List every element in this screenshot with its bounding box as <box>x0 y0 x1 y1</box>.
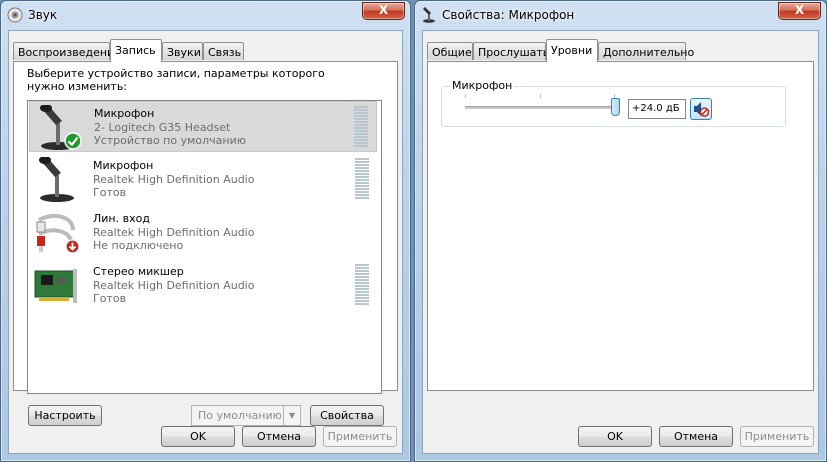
device-list[interactable]: Микрофон 2- Logitech G35 Headset Устройс… <box>27 100 382 394</box>
tab-recording[interactable]: Запись <box>110 39 162 62</box>
set-default-dropdown[interactable]: По умолчанию ▼ <box>191 405 301 426</box>
device-driver: Realtek High Definition Audio <box>93 279 255 292</box>
mic-properties-window: Свойства: Микрофон X Общие Прослушать Ур… <box>414 0 827 462</box>
device-row-line-in[interactable]: Лин. вход Realtek High Definition Audio … <box>29 207 377 258</box>
mute-toggle-button[interactable] <box>690 98 712 120</box>
device-name: Лин. вход <box>93 212 150 225</box>
close-button[interactable]: X <box>778 2 821 20</box>
level-meter <box>355 264 369 308</box>
device-status: Готов <box>93 186 127 199</box>
tab-levels[interactable]: Уровни <box>546 39 598 62</box>
device-driver: Realtek High Definition Audio <box>93 173 255 186</box>
slider-tick <box>465 94 466 98</box>
device-name: Микрофон <box>93 159 154 172</box>
device-row-stereo-mix[interactable]: Стерео микшер Realtek High Definition Au… <box>29 260 377 311</box>
sound-card-icon <box>33 263 81 309</box>
group-label: Микрофон <box>450 79 515 92</box>
levels-panel: Микрофон +24.0 дБ <box>427 61 814 391</box>
sound-window-titlebar[interactable]: Звук X <box>1 1 410 29</box>
ok-button[interactable]: OK <box>161 426 235 447</box>
default-checkmark-icon <box>64 132 82 150</box>
properties-window-titlebar[interactable]: Свойства: Микрофон X <box>415 1 826 29</box>
tab-listen[interactable]: Прослушать <box>473 42 549 60</box>
apply-button[interactable]: Применить <box>740 426 814 447</box>
speaker-icon <box>7 7 23 23</box>
device-row-headset-mic[interactable]: Микрофон 2- Logitech G35 Headset Устройс… <box>29 101 377 152</box>
device-driver: 2- Logitech G35 Headset <box>94 121 231 134</box>
apply-button[interactable]: Применить <box>323 426 397 447</box>
device-name: Стерео микшер <box>93 265 184 278</box>
sound-window: Звук X Воспроизведение Запись Звуки Связ… <box>0 0 411 462</box>
ok-button[interactable]: OK <box>578 426 652 447</box>
device-name: Микрофон <box>94 107 155 120</box>
device-status: Не подключено <box>93 239 184 252</box>
level-slider-thumb[interactable] <box>610 98 620 116</box>
level-meter <box>354 106 368 150</box>
device-row-realtek-mic[interactable]: Микрофон Realtek High Definition Audio Г… <box>29 154 377 205</box>
level-slider-track[interactable] <box>465 106 615 109</box>
tab-playback[interactable]: Воспроизведение <box>13 42 121 60</box>
slider-tick <box>540 94 541 98</box>
instruction-text: Выберите устройство записи, параметры ко… <box>27 67 325 93</box>
properties-window-client: Общие Прослушать Уровни Дополнительно Ми… <box>422 30 819 454</box>
sound-window-client: Воспроизведение Запись Звуки Связь Выбер… <box>8 30 403 454</box>
mic-level-group: Микрофон +24.0 дБ <box>441 79 786 127</box>
microphone-icon <box>33 156 81 203</box>
microphone-title-icon <box>421 7 437 23</box>
unplugged-arrow-icon <box>65 239 80 254</box>
set-default-label: По умолчанию <box>198 409 282 422</box>
device-status: Устройство по умолчанию <box>94 134 247 147</box>
device-driver: Realtek High Definition Audio <box>93 226 255 239</box>
window-title: Звук <box>28 8 58 22</box>
tab-communications[interactable]: Связь <box>203 42 244 60</box>
recording-panel: Выберите устройство записи, параметры ко… <box>13 61 398 426</box>
tab-sounds[interactable]: Звуки <box>162 42 203 60</box>
chevron-down-icon: ▼ <box>283 406 300 425</box>
properties-button[interactable]: Свойства <box>310 405 384 426</box>
muted-speaker-icon <box>693 101 710 117</box>
configure-button[interactable]: Настроить <box>28 405 102 426</box>
level-meter <box>355 158 369 202</box>
device-status: Готов <box>93 292 127 305</box>
tab-general[interactable]: Общие <box>427 42 473 60</box>
tab-advanced[interactable]: Дополнительно <box>598 42 694 60</box>
window-title: Свойства: Микрофон <box>442 8 575 22</box>
cancel-button[interactable]: Отмена <box>659 426 733 447</box>
cancel-button[interactable]: Отмена <box>242 426 316 447</box>
close-button[interactable]: X <box>362 2 405 20</box>
level-value-field[interactable]: +24.0 дБ <box>628 99 686 119</box>
